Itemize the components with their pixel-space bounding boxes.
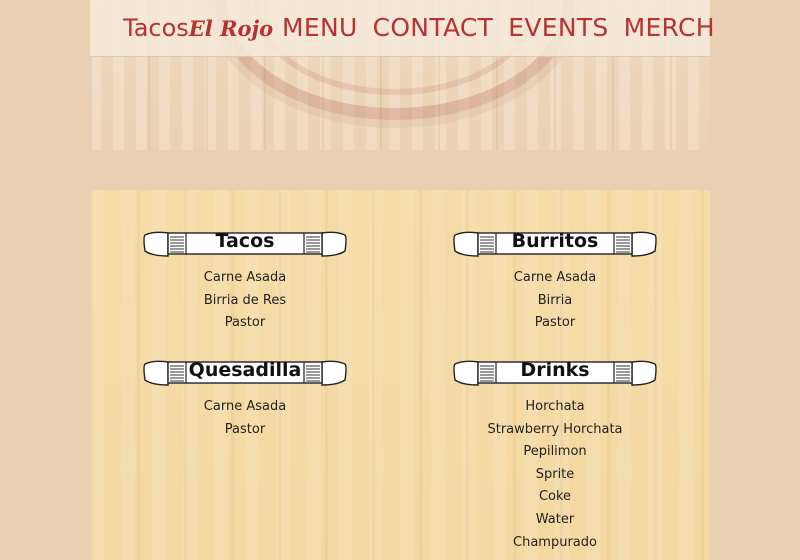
section-title: Drinks [520,359,590,381]
nav-link-menu[interactable]: MENU [282,13,358,42]
section-banner: Drinks [452,358,658,388]
menu-panel: Tacos Carne Asada Birria de Res Pastor B… [90,190,710,560]
item-list: Carne Asada Birria Pastor [450,267,660,335]
nav-link-events[interactable]: EVENTS [508,13,608,42]
nav-links: MENU CONTACT EVENTS MERCH [282,13,715,42]
menu-item: Birria de Res [203,292,287,308]
menu-item: Birria [537,292,573,308]
menu-section-tacos: Tacos Carne Asada Birria de Res Pastor [140,229,350,335]
section-title: Burritos [511,230,599,252]
section-title: Tacos [215,230,275,252]
nav-link-contact[interactable]: CONTACT [373,13,494,42]
menu-item: Carne Asada [513,270,597,285]
menu-item: Coke [538,489,572,505]
menu-item: Pepilimon [523,444,587,460]
menu-item: Pastor [534,315,576,331]
section-banner: Burritos [452,229,658,259]
menu-item: Carne Asada [203,399,287,414]
menu-item: Pastor [224,315,266,331]
brand-name-script: El Rojo [188,16,274,41]
menu-item: Champurado [513,534,597,550]
menu-item: Horchata [525,399,585,414]
top-navbar: Tacos El Rojo MENU CONTACT EVENTS MERCH [90,0,715,57]
item-list: Horchata Strawberry Horchata Pepilimon S… [450,396,660,554]
brand-name-primary: Tacos [123,14,189,42]
section-title: Quesadilla [188,359,302,381]
menu-item: Carne Asada [203,270,287,285]
menu-section-drinks: Drinks Horchata Strawberry Horchata Pepi… [450,358,660,554]
menu-item: Strawberry Horchata [487,421,623,437]
menu-section-burritos: Burritos Carne Asada Birria Pastor [450,229,660,335]
section-banner: Quesadilla [142,358,348,388]
nav-link-merch[interactable]: MERCH [624,13,715,42]
menu-item: Water [535,511,575,527]
item-list: Carne Asada Birria de Res Pastor [140,267,350,335]
item-list: Carne Asada Pastor [140,396,350,441]
menu-section-quesadilla: Quesadilla Carne Asada Pastor [140,358,350,441]
menu-item: Pastor [224,421,266,437]
section-banner: Tacos [142,229,348,259]
brand-logo[interactable]: Tacos El Rojo [123,14,273,42]
menu-item: Sprite [535,466,575,482]
